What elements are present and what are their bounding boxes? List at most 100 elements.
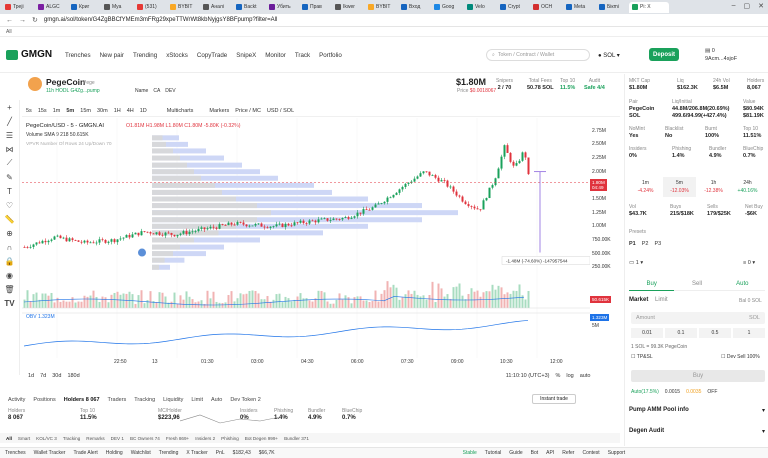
chart-toolbar-markers[interactable]: Markers xyxy=(209,108,229,114)
nav-monitor[interactable]: Monitor xyxy=(265,52,286,59)
trash-icon[interactable]: 🗑 xyxy=(0,282,19,296)
buy-button[interactable]: Buy xyxy=(631,370,765,382)
heart-icon[interactable]: ♡ xyxy=(0,198,19,212)
preset-p1[interactable]: P1 xyxy=(629,241,636,247)
tab-tracking[interactable]: Tracking xyxy=(134,397,155,403)
range-7d[interactable]: 7d xyxy=(40,373,46,379)
chart-toolbar-5m[interactable]: 5m xyxy=(66,108,74,114)
minimize-icon[interactable]: – xyxy=(732,2,736,10)
bottom-api[interactable]: API xyxy=(546,450,554,456)
browser-tab[interactable]: Бiкmi xyxy=(596,2,628,13)
browser-tab[interactable]: Ikwer xyxy=(332,2,364,13)
browser-tab[interactable]: (531) xyxy=(134,2,166,13)
filter-tracking[interactable]: Tracking xyxy=(63,436,80,441)
auto-tab[interactable]: Auto xyxy=(719,278,765,291)
tab-limit[interactable]: Limit xyxy=(191,397,203,403)
trendline-icon[interactable]: ╱ xyxy=(0,114,19,128)
browser-tab[interactable]: Pi: X xyxy=(629,1,669,13)
crosshair-icon[interactable]: + xyxy=(0,100,19,114)
chart-toolbar-1m[interactable]: 1m xyxy=(53,108,61,114)
tab-activity[interactable]: Activity xyxy=(8,397,25,403)
scale-log[interactable]: log xyxy=(566,373,573,379)
browser-tab[interactable]: Goog xyxy=(431,2,463,13)
coin-link-ca[interactable]: CA xyxy=(153,88,160,94)
browser-tab[interactable]: Аналі xyxy=(200,2,232,13)
nav-portfolio[interactable]: Portfolio xyxy=(319,52,342,59)
bottom--182-43[interactable]: $182,43 xyxy=(233,450,251,456)
browser-tab[interactable]: Backt xyxy=(233,2,265,13)
bottom-pnl[interactable]: PnL xyxy=(216,450,225,456)
browser-tab[interactable]: Meta xyxy=(563,2,595,13)
bottom-trenches[interactable]: Trenches xyxy=(5,450,26,456)
filter-smart[interactable]: Smart xyxy=(18,436,30,441)
dev-sell-checkbox[interactable]: ☐ Dev Sell 100% xyxy=(721,354,760,360)
bottom-wallet-tracker[interactable]: Wallet Tracker xyxy=(34,450,66,456)
chart-toolbar-multicharts[interactable]: Multicharts xyxy=(167,108,194,114)
back-icon[interactable]: ← xyxy=(6,17,13,24)
tab-traders[interactable]: Traders xyxy=(108,397,127,403)
tab-holders-[interactable]: Holders 8 067 xyxy=(64,397,100,403)
bottom-refer[interactable]: Refer xyxy=(562,450,574,456)
chart-toolbar-5s[interactable]: 5s xyxy=(26,108,32,114)
magnet-icon[interactable]: ∩ xyxy=(0,240,19,254)
timeframe-24h[interactable]: 24h +40.16% xyxy=(731,177,764,197)
filter-kol-vc-[interactable]: KOL/VC 3 xyxy=(36,436,57,441)
filter-bundler-[interactable]: Bundler 371 xyxy=(284,436,309,441)
bottom-guide[interactable]: Guide xyxy=(509,450,522,456)
nav-copytrade[interactable]: CopyTrade xyxy=(197,52,227,59)
bottom--66-7k[interactable]: $66,7K xyxy=(259,450,275,456)
scale-percent[interactable]: % xyxy=(555,373,560,379)
maximize-icon[interactable]: ▢ xyxy=(744,2,751,10)
coin-link-name[interactable]: Name xyxy=(135,88,148,94)
gmgn-logo[interactable]: GMGN xyxy=(6,49,52,60)
fib-icon[interactable]: ☰ xyxy=(0,128,19,142)
chart-toolbar-usd-sol[interactable]: USD / SOL xyxy=(267,108,294,114)
preset-p3[interactable]: P3 xyxy=(654,241,661,247)
browser-tab[interactable]: BYBIT xyxy=(365,2,397,13)
quick-amount[interactable]: 0.5 xyxy=(699,328,731,338)
bottom-watchlist[interactable]: Watchlist xyxy=(131,450,151,456)
range-180d[interactable]: 180d xyxy=(67,373,79,379)
scale-auto[interactable]: auto xyxy=(580,373,591,379)
buy-tab[interactable]: Buy xyxy=(629,278,675,291)
zoom-icon[interactable]: ⊕ xyxy=(0,226,19,240)
chain-selector[interactable]: ● SOL ▾ xyxy=(598,52,620,59)
eye-icon[interactable]: ◉ xyxy=(0,268,19,282)
bookmarks-all[interactable]: All xyxy=(6,29,12,35)
chart-toolbar-price-mc[interactable]: Price / MC xyxy=(235,108,261,114)
forward-icon[interactable]: → xyxy=(19,17,26,24)
instant-trade-button[interactable]: Instant trade xyxy=(532,394,576,404)
close-icon[interactable]: ✕ xyxy=(758,2,764,10)
wallet-selector[interactable]: ▭ 1 ▾ xyxy=(629,260,643,266)
filter-dev-[interactable]: DEV 1 xyxy=(111,436,124,441)
filter-all[interactable]: All xyxy=(6,436,12,441)
browser-tab[interactable]: OCH xyxy=(530,2,562,13)
chart-toolbar-15m[interactable]: 15m xyxy=(80,108,91,114)
nav-trending[interactable]: Trending xyxy=(133,52,157,59)
tab-dev-token-[interactable]: Dev Token 2 xyxy=(230,397,260,403)
browser-tab[interactable]: Velo xyxy=(464,2,496,13)
reload-icon[interactable]: ↻ xyxy=(32,16,38,24)
sell-tab[interactable]: Sell xyxy=(674,278,720,291)
lock-icon[interactable]: 🔒 xyxy=(0,254,19,268)
quick-amount[interactable]: 0.01 xyxy=(631,328,663,338)
browser-tab[interactable]: Убить xyxy=(266,2,298,13)
bottom-tutorial[interactable]: Tutorial xyxy=(485,450,502,456)
ruler-icon[interactable]: 📏 xyxy=(0,212,19,226)
deposit-button[interactable]: Deposit xyxy=(649,48,679,61)
filter-fresh-[interactable]: Fresh 869+ xyxy=(166,436,189,441)
browser-tab[interactable]: Mya xyxy=(101,2,133,13)
tab-auto[interactable]: Auto xyxy=(211,397,222,403)
pattern-icon[interactable]: ⋈ xyxy=(0,142,19,156)
bottom-trending[interactable]: Trending xyxy=(159,450,179,456)
chart-toolbar-30m[interactable]: 30m xyxy=(97,108,108,114)
pool-info[interactable]: Pump AMM Pool info ▾ xyxy=(629,407,765,414)
timeframe-1h[interactable]: 1h -12.38% xyxy=(697,177,730,197)
tab-positions[interactable]: Positions xyxy=(33,397,55,403)
price-chart[interactable]: PegeCoin/USD - 5 - GMGN.AI O1.81M H1.98M … xyxy=(22,118,590,363)
chart-toolbar-1d[interactable]: 1D xyxy=(140,108,147,114)
limit-tab[interactable]: Limit xyxy=(655,297,668,303)
quick-amount[interactable]: 0.1 xyxy=(665,328,697,338)
tpsl-checkbox[interactable]: ☐ TP&SL xyxy=(631,354,653,360)
bottom-bot[interactable]: Bot xyxy=(531,450,539,456)
